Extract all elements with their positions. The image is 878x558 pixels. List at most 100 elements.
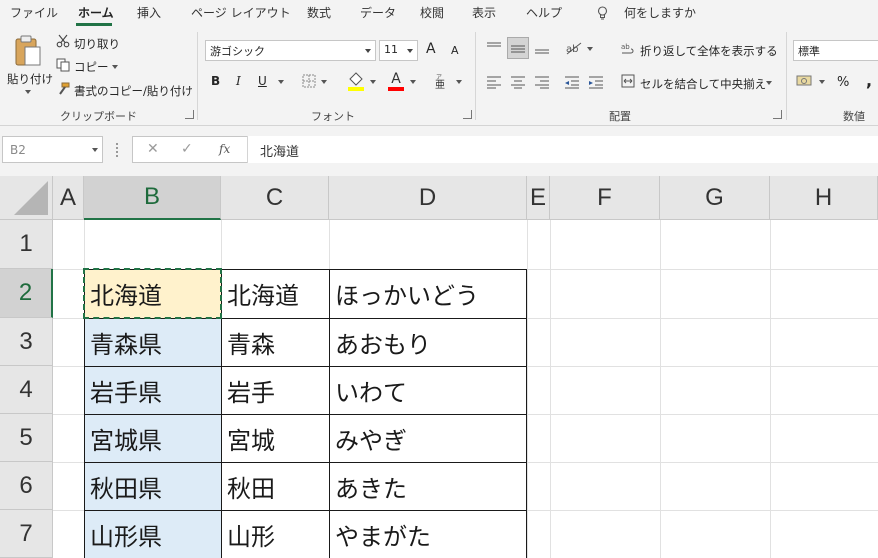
row-header-7[interactable]: 7 bbox=[0, 510, 53, 558]
name-box-dropdown-icon[interactable] bbox=[92, 148, 98, 152]
phonetic-guide-icon[interactable]: ア亜 bbox=[433, 72, 449, 90]
row-header-1[interactable]: 1 bbox=[0, 220, 53, 269]
orientation-icon[interactable]: ab bbox=[564, 39, 584, 57]
wrap-text-button[interactable]: 折り返して全体を表示する bbox=[640, 43, 778, 59]
underline-button[interactable]: U bbox=[258, 74, 267, 88]
cell-d5[interactable]: みやぎ bbox=[329, 414, 527, 462]
tab-formulas[interactable]: 数式 bbox=[307, 4, 331, 21]
cell-b6[interactable]: 秋田県 bbox=[84, 462, 221, 510]
cell-c5[interactable]: 宮城 bbox=[221, 414, 329, 462]
formula-bar-grip[interactable] bbox=[116, 143, 118, 157]
copy-dropdown-icon[interactable] bbox=[112, 65, 118, 69]
cell-c2[interactable]: 北海道 bbox=[221, 269, 329, 318]
cell-b3[interactable]: 青森県 bbox=[84, 318, 221, 366]
tab-home[interactable]: ホーム bbox=[78, 4, 114, 21]
comma-style-button[interactable]: , bbox=[866, 71, 872, 90]
tell-me-search[interactable]: 何をしますか bbox=[624, 4, 696, 21]
cell-d4[interactable]: いわて bbox=[329, 366, 527, 414]
select-all-button[interactable] bbox=[0, 176, 53, 220]
align-left-icon[interactable] bbox=[485, 73, 503, 91]
bold-button[interactable]: B bbox=[211, 74, 220, 88]
column-header-c[interactable]: C bbox=[221, 176, 329, 220]
cell-d7[interactable]: やまがた bbox=[329, 510, 527, 558]
copy-button[interactable]: コピー bbox=[74, 59, 109, 75]
cell-c3[interactable]: 青森 bbox=[221, 318, 329, 366]
align-center-icon[interactable] bbox=[509, 73, 527, 91]
percent-style-button[interactable]: % bbox=[837, 75, 849, 90]
enter-icon[interactable]: ✓ bbox=[181, 141, 193, 157]
tab-review[interactable]: 校閲 bbox=[420, 4, 444, 21]
row-header-4[interactable]: 4 bbox=[0, 366, 53, 414]
number-format-select[interactable]: 標準 bbox=[793, 40, 878, 61]
increase-indent-icon[interactable] bbox=[587, 73, 605, 91]
align-top-icon[interactable] bbox=[485, 39, 503, 57]
paste-icon[interactable] bbox=[12, 34, 44, 68]
column-header-d[interactable]: D bbox=[329, 176, 527, 220]
row-header-2[interactable]: 2 bbox=[0, 269, 53, 318]
table-border bbox=[84, 269, 85, 558]
decrease-font-size-button[interactable]: A bbox=[451, 44, 459, 57]
orientation-dropdown-icon[interactable] bbox=[587, 47, 593, 51]
cell-c4[interactable]: 岩手 bbox=[221, 366, 329, 414]
merge-dropdown-icon[interactable] bbox=[766, 81, 772, 85]
underline-dropdown-icon[interactable] bbox=[278, 80, 284, 84]
tab-view[interactable]: 表示 bbox=[472, 4, 496, 21]
cell-b5[interactable]: 宮城県 bbox=[84, 414, 221, 462]
alignment-group-label: 配置 bbox=[609, 110, 631, 123]
borders-icon[interactable] bbox=[301, 73, 317, 89]
phonetic-dropdown-icon[interactable] bbox=[456, 80, 462, 84]
column-header-a[interactable]: A bbox=[53, 176, 84, 220]
row-header-5[interactable]: 5 bbox=[0, 414, 53, 462]
format-painter-button[interactable]: 書式のコピー/貼り付け bbox=[74, 83, 193, 99]
lightbulb-icon[interactable] bbox=[595, 5, 609, 21]
font-size-select[interactable]: 11 bbox=[379, 40, 418, 61]
alignment-launcher-icon[interactable] bbox=[773, 110, 782, 119]
clipboard-launcher-icon[interactable] bbox=[185, 110, 194, 119]
cell-d2[interactable]: ほっかいどう bbox=[329, 269, 527, 318]
tab-page-layout[interactable]: ページ レイアウト bbox=[191, 4, 291, 21]
paste-button[interactable]: 貼り付け bbox=[7, 71, 53, 87]
tab-insert[interactable]: 挿入 bbox=[137, 4, 161, 21]
name-box[interactable]: B2 bbox=[2, 136, 103, 163]
insert-function-icon[interactable]: fx bbox=[219, 142, 230, 156]
merge-center-button[interactable]: セルを結合して中央揃え bbox=[640, 76, 766, 92]
row-header-6[interactable]: 6 bbox=[0, 462, 53, 510]
tab-help[interactable]: ヘルプ bbox=[526, 4, 562, 21]
column-header-h[interactable]: H bbox=[770, 176, 878, 220]
cell-b7[interactable]: 山形県 bbox=[84, 510, 221, 558]
tab-file[interactable]: ファイル bbox=[10, 4, 58, 21]
paste-dropdown-icon[interactable] bbox=[25, 90, 31, 94]
row-header-3[interactable]: 3 bbox=[0, 318, 53, 366]
gridline bbox=[660, 220, 661, 558]
font-name-select[interactable]: 游ゴシック bbox=[205, 40, 376, 61]
tab-data[interactable]: データ bbox=[360, 4, 396, 21]
align-bottom-icon[interactable] bbox=[533, 39, 551, 57]
cell-c7[interactable]: 山形 bbox=[221, 510, 329, 558]
cell-b2[interactable]: 北海道 bbox=[84, 269, 221, 318]
cell-b4[interactable]: 岩手県 bbox=[84, 366, 221, 414]
font-launcher-icon[interactable] bbox=[463, 110, 472, 119]
borders-dropdown-icon[interactable] bbox=[321, 80, 327, 84]
column-header-e[interactable]: E bbox=[527, 176, 550, 220]
currency-format-icon[interactable] bbox=[796, 73, 814, 89]
font-color-icon[interactable]: A bbox=[387, 71, 405, 91]
fill-color-icon[interactable] bbox=[347, 71, 365, 91]
formula-input[interactable]: 北海道 bbox=[247, 136, 878, 163]
cancel-icon[interactable]: ✕ bbox=[147, 141, 159, 157]
decrease-indent-icon[interactable] bbox=[563, 73, 581, 91]
align-right-icon[interactable] bbox=[533, 73, 551, 91]
font-color-dropdown-icon[interactable] bbox=[410, 80, 416, 84]
cell-c6[interactable]: 秋田 bbox=[221, 462, 329, 510]
column-header-g[interactable]: G bbox=[660, 176, 770, 220]
increase-font-size-button[interactable]: A bbox=[426, 41, 436, 57]
cell-d6[interactable]: あきた bbox=[329, 462, 527, 510]
column-header-f[interactable]: F bbox=[550, 176, 660, 220]
align-middle-icon[interactable] bbox=[507, 37, 529, 59]
gridline bbox=[527, 220, 528, 558]
fill-color-dropdown-icon[interactable] bbox=[370, 80, 376, 84]
currency-dropdown-icon[interactable] bbox=[819, 80, 825, 84]
column-header-b[interactable]: B bbox=[84, 176, 221, 220]
italic-button[interactable]: I bbox=[236, 74, 241, 88]
cut-button[interactable]: 切り取り bbox=[74, 36, 120, 52]
cell-d3[interactable]: あおもり bbox=[329, 318, 527, 366]
